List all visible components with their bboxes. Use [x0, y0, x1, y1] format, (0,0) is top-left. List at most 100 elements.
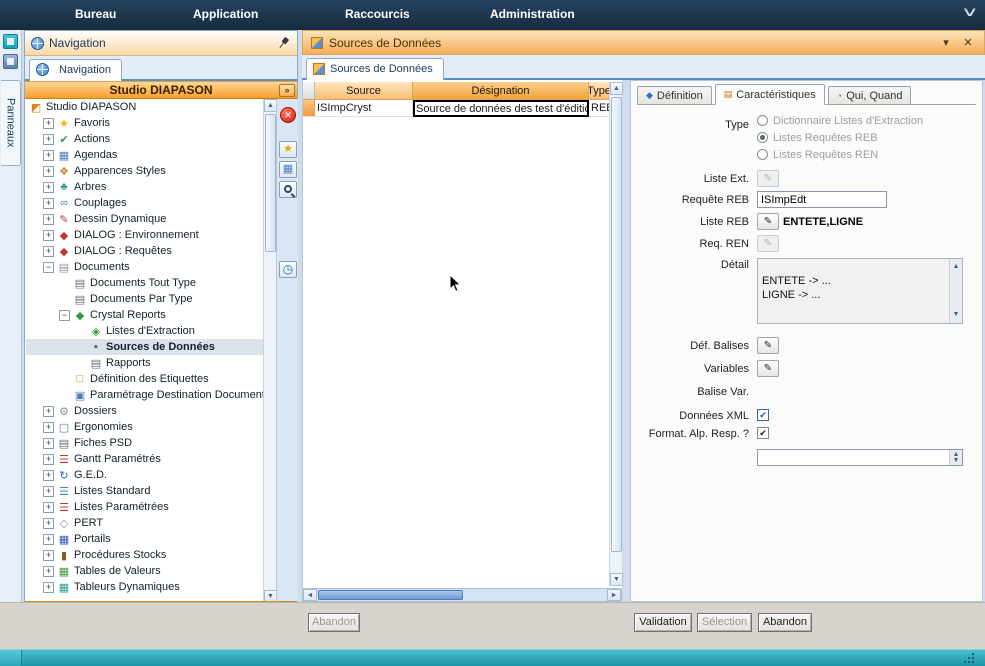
- scrollbar-thumb[interactable]: [611, 97, 622, 552]
- tree-item-arbres[interactable]: +♣Arbres: [26, 179, 263, 195]
- spin-down-arrow-icon[interactable]: ▼: [950, 457, 962, 464]
- row-selector-cell[interactable]: [303, 100, 315, 117]
- close-red-icon[interactable]: ✕: [280, 107, 296, 123]
- tree-item-tables-de-valeurs[interactable]: +▦Tables de Valeurs: [26, 563, 263, 579]
- abandon-button[interactable]: Abandon: [758, 613, 812, 632]
- collapse-ribbon-chevron-icon[interactable]: ∨: [961, 4, 979, 20]
- scroll-down-arrow-icon[interactable]: ▼: [610, 573, 623, 586]
- tree-item-listes-d-extraction[interactable]: ◈Listes d'Extraction: [26, 323, 263, 339]
- column-header-type[interactable]: Type: [589, 82, 610, 100]
- expand-plus-icon[interactable]: +: [43, 150, 54, 161]
- table-horizontal-scrollbar[interactable]: ◄ ►: [302, 588, 622, 602]
- tree-item-agendas[interactable]: +▦Agendas: [26, 147, 263, 163]
- liste-reb-edit-button[interactable]: ✎: [757, 213, 779, 230]
- tree-item-procedures-stocks[interactable]: +▮Procédures Stocks: [26, 547, 263, 563]
- expand-plus-icon[interactable]: +: [43, 454, 54, 465]
- expand-plus-icon[interactable]: +: [43, 566, 54, 577]
- tree-item-portails[interactable]: +▦Portails: [26, 531, 263, 547]
- table-vertical-scrollbar[interactable]: ▲ ▼: [609, 82, 622, 586]
- tree-item-documents-tout-type[interactable]: ▤Documents Tout Type: [26, 275, 263, 291]
- favorite-star-icon[interactable]: ★: [279, 141, 297, 158]
- chevron-down-icon[interactable]: ▾: [938, 36, 954, 49]
- expand-plus-icon[interactable]: +: [43, 198, 54, 209]
- scrollbar-thumb[interactable]: [318, 590, 463, 600]
- radio-option-listes-requetes-reb[interactable]: Listes Requêtes REB: [757, 132, 923, 149]
- format-alp-checkbox[interactable]: ✔: [757, 427, 769, 439]
- tree-item-sources-de-donnees[interactable]: ▪Sources de Données: [26, 339, 263, 355]
- menu-item-raccourcis[interactable]: Raccourcis: [345, 7, 410, 21]
- tree-item-parametrage-destination-document[interactable]: ▣Paramétrage Destination Document: [26, 387, 263, 403]
- tree-item-couplages[interactable]: +∞Couplages: [26, 195, 263, 211]
- variables-edit-button[interactable]: ✎: [757, 360, 779, 377]
- tree-item-documents[interactable]: −▤Documents: [26, 259, 263, 275]
- expand-plus-icon[interactable]: +: [43, 582, 54, 593]
- tree-item-listes-standard[interactable]: +☰Listes Standard: [26, 483, 263, 499]
- panneaux-tab[interactable]: Panneaux: [1, 80, 21, 166]
- expand-plus-icon[interactable]: +: [43, 518, 54, 529]
- tree-item-favoris[interactable]: +★Favoris: [26, 115, 263, 131]
- tree-item-dessin-dynamique[interactable]: +✎Dessin Dynamique: [26, 211, 263, 227]
- tree-item-gantt-parametres[interactable]: +☰Gantt Paramétrés: [26, 451, 263, 467]
- expand-plus-icon[interactable]: +: [43, 406, 54, 417]
- tree-item-actions[interactable]: +✔Actions: [26, 131, 263, 147]
- image-icon[interactable]: ▦: [279, 161, 297, 178]
- expand-plus-icon[interactable]: +: [43, 166, 54, 177]
- tree-item-ergonomies[interactable]: +▢Ergonomies: [26, 419, 263, 435]
- tree-vertical-scrollbar[interactable]: ▲ ▼: [263, 99, 276, 603]
- tree-item-dialog-requetes[interactable]: +◆DIALOG : Requêtes: [26, 243, 263, 259]
- scroll-right-arrow-icon[interactable]: ►: [607, 589, 621, 601]
- scroll-up-arrow-icon[interactable]: ▲: [610, 82, 623, 95]
- expand-plus-icon[interactable]: +: [43, 422, 54, 433]
- menu-item-administration[interactable]: Administration: [490, 7, 575, 21]
- tab-navigation[interactable]: Navigation: [29, 59, 122, 81]
- tree-item-pert[interactable]: +◇PERT: [26, 515, 263, 531]
- expand-plus-icon[interactable]: +: [43, 246, 54, 257]
- tree-item-dossiers[interactable]: +⚙Dossiers: [26, 403, 263, 419]
- expand-plus-icon[interactable]: +: [43, 134, 54, 145]
- tab-sources-de-donnees[interactable]: Sources de Données: [306, 58, 444, 80]
- expand-plus-icon[interactable]: +: [43, 214, 54, 225]
- donnees-xml-checkbox[interactable]: ✔: [757, 409, 769, 421]
- tab-qui-quand[interactable]: ◔Qui, Quand: [828, 86, 912, 105]
- tree-item-rapports[interactable]: ▤Rapports: [26, 355, 263, 371]
- detail-textarea[interactable]: ENTETE -> ... LIGNE -> ... ▲▼: [757, 258, 963, 324]
- expand-plus-icon[interactable]: +: [43, 486, 54, 497]
- radio-option-listes-requetes-ren[interactable]: Listes Requêtes REN: [757, 149, 923, 166]
- tree-item-definition-des-etiquettes[interactable]: □Définition des Etiquettes: [26, 371, 263, 387]
- collapse-minus-icon[interactable]: −: [59, 310, 70, 321]
- def-balises-edit-button[interactable]: ✎: [757, 337, 779, 354]
- expand-plus-icon[interactable]: +: [43, 502, 54, 513]
- validation-button[interactable]: Validation: [634, 613, 692, 632]
- tree-item-tableurs-dynamiques[interactable]: +▦Tableurs Dynamiques: [26, 579, 263, 595]
- scroll-down-arrow-icon[interactable]: ▼: [950, 308, 962, 322]
- clock-icon[interactable]: ◷: [279, 261, 297, 278]
- menu-item-application[interactable]: Application: [193, 7, 258, 21]
- balise-var-input[interactable]: ▲▼: [757, 449, 963, 466]
- expand-plus-icon[interactable]: +: [43, 182, 54, 193]
- close-icon[interactable]: ✕: [960, 36, 976, 49]
- expand-plus-icon[interactable]: +: [43, 534, 54, 545]
- expand-plus-icon[interactable]: +: [43, 470, 54, 481]
- tree-item-crystal-reports[interactable]: −◆Crystal Reports: [26, 307, 263, 323]
- detail-scroll-rail[interactable]: ▲▼: [949, 259, 962, 323]
- tree-item-apparences-styles[interactable]: +❖Apparences Styles: [26, 163, 263, 179]
- scroll-up-arrow-icon[interactable]: ▲: [950, 260, 962, 274]
- cell-source[interactable]: ISImpCryst: [315, 100, 413, 117]
- column-header-source[interactable]: Source: [315, 82, 413, 100]
- tab-caracteristiques[interactable]: ▤Caractéristiques: [715, 84, 825, 105]
- column-header-designation[interactable]: Désignation: [413, 82, 589, 100]
- search-icon[interactable]: [279, 181, 297, 198]
- menu-item-bureau[interactable]: Bureau: [75, 7, 116, 21]
- requete-reb-input[interactable]: [757, 191, 887, 208]
- expand-plus-icon[interactable]: +: [43, 438, 54, 449]
- tab-definition[interactable]: ◆Définition: [637, 86, 712, 105]
- panel-teal-icon[interactable]: [3, 34, 18, 49]
- expand-plus-icon[interactable]: +: [43, 550, 54, 561]
- expand-plus-icon[interactable]: +: [43, 118, 54, 129]
- scroll-left-arrow-icon[interactable]: ◄: [303, 589, 317, 601]
- radio-option-dictionnaire-listes-d-extraction[interactable]: Dictionnaire Listes d'Extraction: [757, 115, 923, 132]
- tree-item-fiches-psd[interactable]: +▤Fiches PSD: [26, 435, 263, 451]
- expand-panel-button[interactable]: »: [279, 84, 295, 97]
- tree-item-studio-diapason[interactable]: ◩Studio DIAPASON: [26, 99, 263, 115]
- cell-type[interactable]: REB: [589, 100, 610, 117]
